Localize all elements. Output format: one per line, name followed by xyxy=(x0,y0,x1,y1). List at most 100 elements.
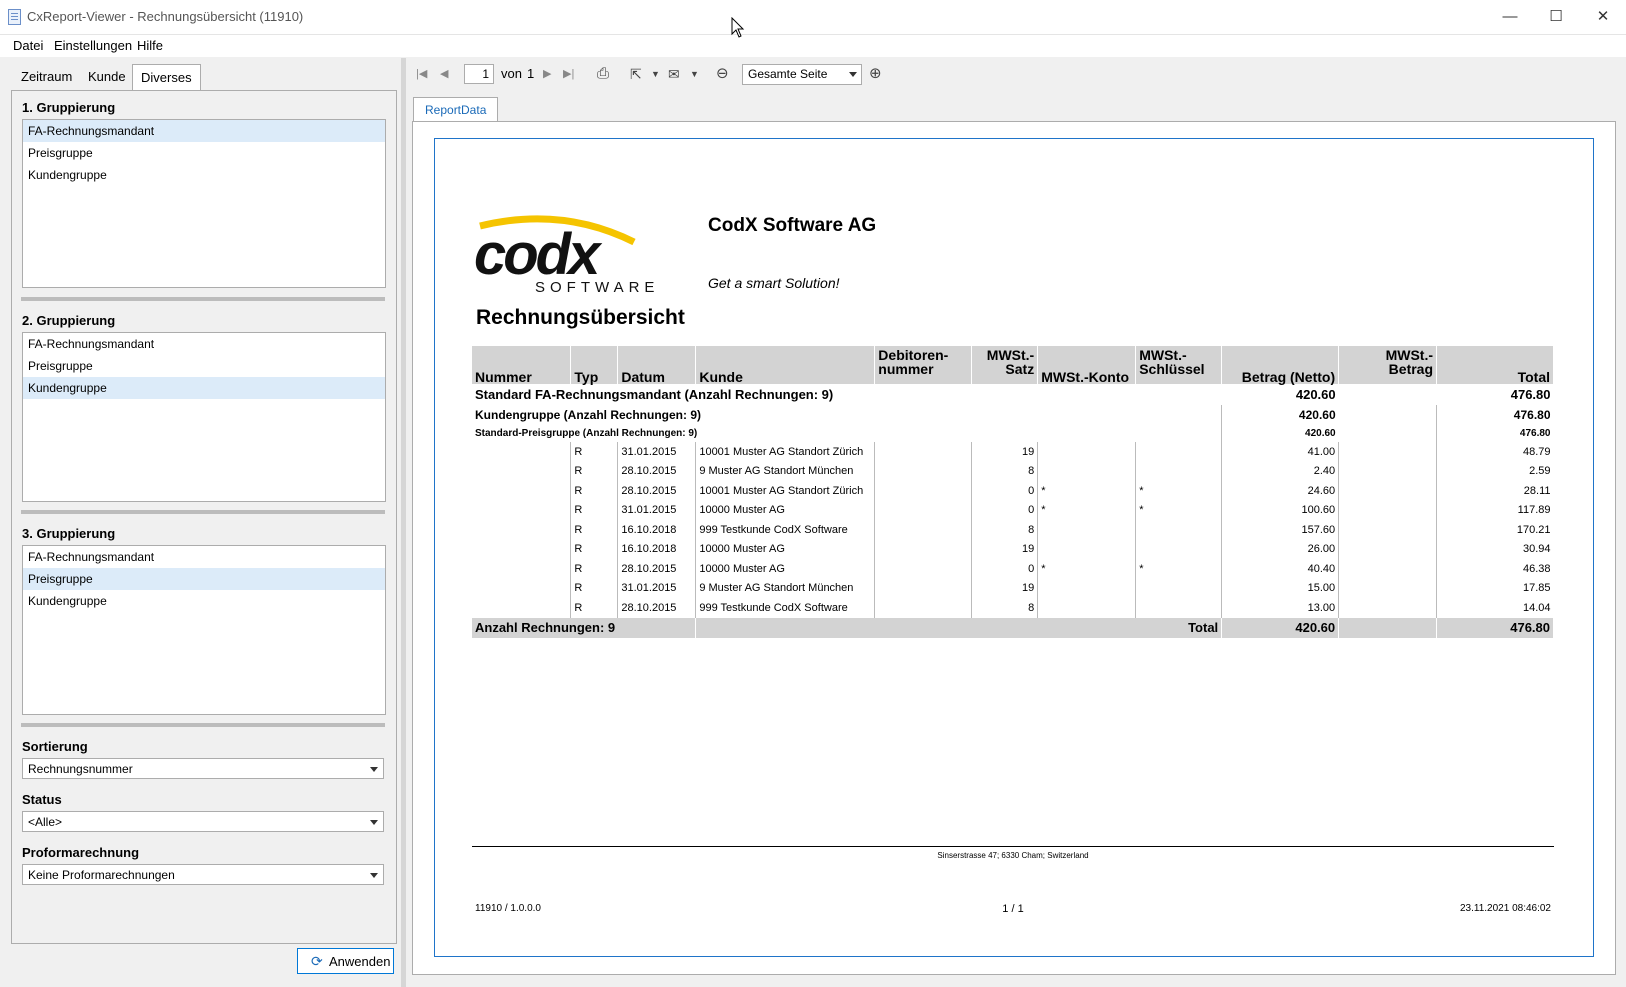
col-datum: Datum xyxy=(617,346,697,384)
cell-konto: * xyxy=(1037,559,1136,579)
col-nummer: Nummer xyxy=(472,346,572,384)
cell-netto: 15.00 xyxy=(1221,578,1339,598)
export-icon[interactable]: ⇱ xyxy=(630,65,642,83)
splitter[interactable] xyxy=(21,297,385,301)
col-schluessel: MWSt.- Schlüssel xyxy=(1135,346,1223,384)
grouping-1-list[interactable]: FA-Rechnungsmandant Preisgruppe Kundengr… xyxy=(22,119,386,288)
close-button[interactable]: ✕ xyxy=(1580,0,1626,34)
cell-total: 170.21 xyxy=(1436,520,1554,540)
first-page-icon[interactable]: |◀ xyxy=(416,65,427,83)
cell-total: 117.89 xyxy=(1436,500,1554,520)
next-page-icon[interactable]: ▶ xyxy=(543,65,551,83)
list-item[interactable]: Preisgruppe xyxy=(23,355,385,377)
cell-konto: * xyxy=(1037,500,1136,520)
footer-total: 476.80 xyxy=(1436,617,1554,638)
sort-select[interactable]: Rechnungsnummer xyxy=(22,758,384,779)
list-item[interactable]: Preisgruppe xyxy=(23,142,385,164)
total-pages: 1 xyxy=(527,66,535,81)
cell-empty xyxy=(874,539,972,559)
tab-zeitraum[interactable]: Zeitraum xyxy=(13,64,80,90)
cell-konto xyxy=(1037,461,1136,481)
table-row: R 28.10.2015 999 Testkunde CodX Software 8 1… xyxy=(472,598,1554,618)
cell-empty xyxy=(472,501,571,521)
table-row: R 31.01.2015 10001 Muster AG Standort Züri… xyxy=(472,442,1554,462)
table-row: R 16.10.2018 10000 Muster AG 19 26.00 30.94 xyxy=(472,539,1554,559)
group3-netto: 420.60 xyxy=(1221,424,1339,442)
export-dropdown-icon[interactable]: ▼ xyxy=(651,65,660,83)
col-schl-l1: MWSt.- xyxy=(1139,347,1187,363)
maximize-button[interactable]: ☐ xyxy=(1533,0,1579,34)
list-item[interactable]: Preisgruppe xyxy=(23,568,385,590)
splitter[interactable] xyxy=(21,723,385,727)
list-item[interactable]: Kundengruppe xyxy=(23,164,385,186)
grouping-2-title: 2. Gruppierung xyxy=(22,313,116,328)
group2-total: 476.80 xyxy=(1436,405,1554,424)
vertical-splitter[interactable] xyxy=(401,58,406,987)
chevron-down-icon xyxy=(370,820,378,825)
col-satz: MWSt.- Satz xyxy=(971,346,1039,384)
mail-icon[interactable]: ✉ xyxy=(668,65,680,83)
cell-schl: * xyxy=(1135,481,1222,501)
chevron-down-icon xyxy=(849,72,857,77)
menu-hilfe[interactable]: Hilfe xyxy=(137,38,163,53)
cell-empty xyxy=(874,500,972,520)
sort-label: Sortierung xyxy=(22,739,88,754)
last-page-icon[interactable]: ▶| xyxy=(563,65,574,83)
minimize-button[interactable]: — xyxy=(1487,0,1533,34)
cell-schl: * xyxy=(1135,559,1222,579)
cell-kunde: 999 Testkunde CodX Software xyxy=(695,520,875,540)
apply-button[interactable]: ⟳ Anwenden xyxy=(297,948,394,974)
zoom-out-icon[interactable]: ⊖ xyxy=(716,65,729,83)
footer-divider xyxy=(472,846,1554,847)
proforma-select[interactable]: Keine Proformarechnungen xyxy=(22,864,384,885)
cell-empty xyxy=(472,579,571,599)
cell-kunde: 999 Testkunde CodX Software xyxy=(695,598,875,618)
splitter[interactable] xyxy=(21,510,385,514)
cell-konto xyxy=(1037,520,1136,540)
tab-diverses[interactable]: Diverses xyxy=(132,64,201,92)
cell-empty xyxy=(1338,481,1437,501)
mail-dropdown-icon[interactable]: ▼ xyxy=(690,65,699,83)
cell-datum: 28.10.2015 xyxy=(617,559,696,579)
cell-empty xyxy=(472,462,571,482)
grouping-2-list[interactable]: FA-Rechnungsmandant Preisgruppe Kundengr… xyxy=(22,332,386,502)
cell-satz: 0 xyxy=(971,481,1038,501)
cell-empty xyxy=(874,559,972,579)
cell-typ: R xyxy=(570,520,618,540)
list-item[interactable]: Kundengruppe xyxy=(23,590,385,612)
grouping-3-list[interactable]: FA-Rechnungsmandant Preisgruppe Kundengr… xyxy=(22,545,386,715)
page-number-input[interactable]: 1 xyxy=(464,64,494,84)
tab-reportdata[interactable]: ReportData xyxy=(413,97,499,122)
cell-satz: 19 xyxy=(971,578,1038,598)
cell-empty xyxy=(1338,539,1437,559)
print-icon[interactable]: ⎙ xyxy=(597,65,609,83)
menu-datei[interactable]: Datei xyxy=(13,38,43,53)
list-item[interactable]: FA-Rechnungsmandant xyxy=(23,120,385,142)
cell-empty xyxy=(1338,559,1437,579)
chevron-down-icon xyxy=(370,767,378,772)
list-item[interactable]: Kundengruppe xyxy=(23,377,385,399)
table-row: R 16.10.2018 999 Testkunde CodX Software 8 1… xyxy=(472,520,1554,540)
col-konto: MWSt.-Konto xyxy=(1037,346,1137,384)
app-icon xyxy=(8,9,21,25)
group2-netto: 420.60 xyxy=(1221,405,1339,424)
table-body: R 31.01.2015 10001 Muster AG Standort Züri… xyxy=(472,442,1554,618)
grouping-1-title: 1. Gruppierung xyxy=(22,100,116,115)
col-debitor-l2: nummer xyxy=(878,361,934,377)
list-item[interactable]: FA-Rechnungsmandant xyxy=(23,546,385,568)
group-row-2: Kundengruppe (Anzahl Rechnungen: 9) 420.… xyxy=(472,405,1554,424)
cell-typ: R xyxy=(570,481,618,501)
tab-kunde[interactable]: Kunde xyxy=(80,64,134,90)
menu-einstellungen[interactable]: Einstellungen xyxy=(54,38,132,53)
menu-bar xyxy=(0,35,1626,57)
group-row-1: Standard FA-Rechnungsmandant (Anzahl Rec… xyxy=(472,384,1554,405)
zoom-in-icon[interactable]: ⊕ xyxy=(869,65,882,83)
status-select[interactable]: <Alle> xyxy=(22,811,384,832)
list-item[interactable]: FA-Rechnungsmandant xyxy=(23,333,385,355)
cell-empty xyxy=(1338,598,1437,618)
zoom-select[interactable]: Gesamte Seite xyxy=(742,64,862,85)
cell-satz: 8 xyxy=(971,598,1038,618)
cell-empty xyxy=(1338,578,1437,598)
col-debitor-l1: Debitoren- xyxy=(878,347,949,363)
prev-page-icon[interactable]: ◀ xyxy=(440,65,448,83)
